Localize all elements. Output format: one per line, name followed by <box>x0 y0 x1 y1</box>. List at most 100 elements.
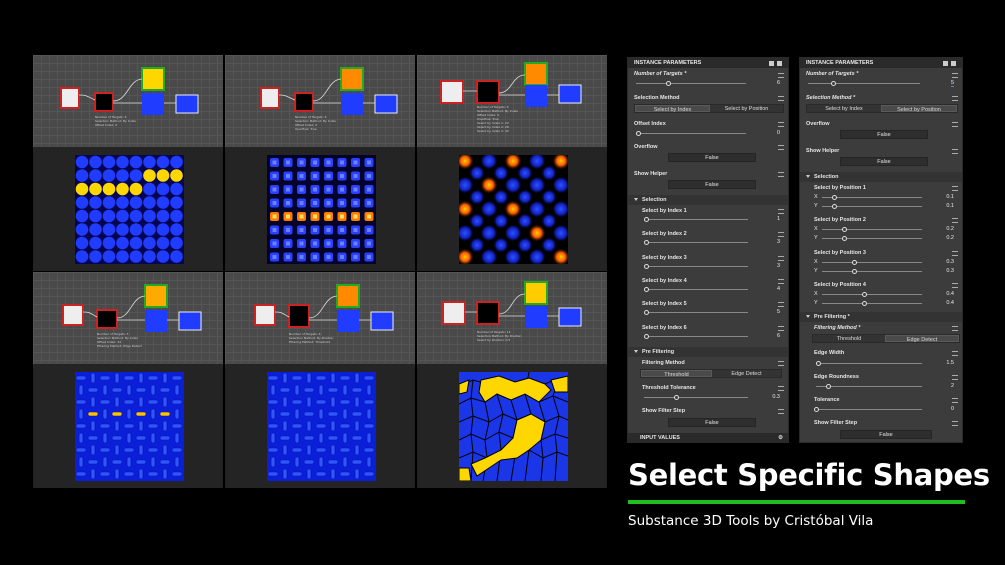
overflow-dropdown[interactable]: False <box>668 153 756 162</box>
position-y-slider[interactable] <box>822 300 922 306</box>
threshold-tolerance-slider[interactable] <box>644 395 748 400</box>
slider-knob[interactable] <box>636 131 641 136</box>
select-by-position-option[interactable]: Select by Position <box>881 105 957 113</box>
param-options-icon[interactable] <box>952 250 958 256</box>
position-y-value[interactable]: 0.1 <box>946 203 954 209</box>
position-x-slider[interactable] <box>822 259 922 265</box>
select-by-index-slider[interactable] <box>644 286 748 292</box>
slider-knob[interactable] <box>852 259 857 265</box>
show-filter-step-dropdown[interactable]: False <box>840 430 932 439</box>
param-options-icon[interactable] <box>778 145 784 150</box>
threshold-tolerance-value[interactable]: 0.3 <box>772 394 780 400</box>
edge-roundness-value[interactable]: 2 <box>951 383 954 389</box>
param-options-icon[interactable] <box>778 278 784 284</box>
menu-icon[interactable] <box>777 61 782 66</box>
offset-index-slider[interactable] <box>636 131 746 136</box>
slider-knob[interactable] <box>862 300 867 306</box>
param-options-icon[interactable] <box>952 282 958 288</box>
num-targets-slider[interactable] <box>636 81 746 86</box>
overflow-dropdown[interactable]: False <box>840 130 928 139</box>
slider-knob[interactable] <box>644 240 649 246</box>
select-by-index-option[interactable]: Select by Index <box>635 105 710 113</box>
slider-knob[interactable] <box>666 81 671 86</box>
slider-knob[interactable] <box>832 195 837 200</box>
select-by-index-slider[interactable] <box>644 263 748 269</box>
param-options-icon[interactable] <box>952 326 958 331</box>
selection-section-header[interactable]: Selection <box>800 172 962 182</box>
position-x-value[interactable]: 0.3 <box>946 259 954 265</box>
select-by-index-slider[interactable] <box>644 310 748 316</box>
param-options-icon[interactable] <box>778 255 784 261</box>
node-graph-1[interactable]: Number of Targets: 6 Selection Method: B… <box>33 55 223 147</box>
param-options-icon[interactable] <box>952 186 958 191</box>
param-options-icon[interactable] <box>778 361 784 366</box>
select-by-position-option[interactable]: Select by Position <box>710 105 783 112</box>
slider-knob[interactable] <box>814 407 819 412</box>
pre-filtering-section-header[interactable]: Pre Filtering <box>628 347 788 357</box>
select-by-index-value[interactable]: 3 <box>777 263 780 269</box>
param-options-icon[interactable] <box>952 398 958 403</box>
param-options-icon[interactable] <box>952 122 958 127</box>
position-y-slider[interactable] <box>822 204 922 209</box>
param-options-icon[interactable] <box>778 209 784 214</box>
position-x-value[interactable]: 0.1 <box>946 194 954 200</box>
tolerance-value[interactable]: 0 <box>951 406 954 412</box>
position-y-value[interactable]: 0.2 <box>946 235 954 241</box>
num-targets-slider[interactable] <box>808 81 920 86</box>
num-targets-value[interactable]: 6 <box>777 80 780 86</box>
param-options-icon[interactable] <box>778 172 784 177</box>
position-y-value[interactable]: 0.3 <box>946 268 954 274</box>
slider-knob[interactable] <box>644 217 649 222</box>
param-options-icon[interactable] <box>778 122 784 127</box>
slider-knob[interactable] <box>862 291 867 297</box>
position-y-slider[interactable] <box>822 236 922 242</box>
position-x-slider[interactable] <box>822 291 922 297</box>
param-options-icon[interactable] <box>778 96 784 101</box>
select-by-index-value[interactable]: 5 <box>777 309 780 315</box>
node-graph-4[interactable]: Number of Targets: 5 Selection Method: B… <box>33 272 223 364</box>
param-options-icon[interactable] <box>778 409 784 414</box>
position-x-slider[interactable] <box>822 195 922 200</box>
select-by-index-value[interactable]: 4 <box>777 286 780 292</box>
param-options-icon[interactable] <box>952 73 958 78</box>
preset-icon[interactable] <box>943 61 948 66</box>
slider-knob[interactable] <box>831 81 836 86</box>
select-by-index-slider[interactable] <box>644 240 748 246</box>
show-filter-step-dropdown[interactable]: False <box>668 418 756 427</box>
slider-knob[interactable] <box>644 333 649 339</box>
pre-filtering-section-header[interactable]: Pre Filtering * <box>800 312 962 322</box>
node-graph-6[interactable]: Number of Targets: 14 Selection Method: … <box>417 272 607 364</box>
select-by-index-value[interactable]: 3 <box>777 239 780 245</box>
slider-knob[interactable] <box>644 286 649 292</box>
edge-detect-option[interactable]: Edge Detect <box>712 370 781 377</box>
param-options-icon[interactable] <box>952 149 958 154</box>
selection-section-header[interactable]: Selection <box>628 195 788 205</box>
slider-knob[interactable] <box>832 204 837 209</box>
node-graph-3[interactable]: Number of Targets: 6 Selection Method: B… <box>417 55 607 147</box>
offset-index-value[interactable]: 0 <box>777 130 780 136</box>
tolerance-slider[interactable] <box>814 407 922 412</box>
select-by-index-value[interactable]: 6 <box>777 333 780 339</box>
node-graph-5[interactable]: Number of Targets: 6 Selection Method: B… <box>225 272 415 364</box>
edge-width-value[interactable]: 1.5 <box>946 360 954 366</box>
edge-width-slider[interactable] <box>816 361 922 366</box>
param-options-icon[interactable] <box>778 325 784 331</box>
select-by-index-option[interactable]: Select by Index <box>807 105 881 112</box>
param-options-icon[interactable] <box>952 96 958 101</box>
slider-knob[interactable] <box>644 263 649 269</box>
menu-icon[interactable] <box>951 61 956 66</box>
num-targets-value[interactable]: 5 <box>950 80 954 87</box>
param-options-icon[interactable] <box>952 351 958 356</box>
slider-knob[interactable] <box>842 236 847 242</box>
slider-knob[interactable] <box>816 361 821 366</box>
show-helper-dropdown[interactable]: False <box>840 157 928 166</box>
param-options-icon[interactable] <box>778 232 784 238</box>
position-y-value[interactable]: 0.4 <box>946 300 954 306</box>
param-options-icon[interactable] <box>952 421 958 426</box>
param-options-icon[interactable] <box>778 73 784 78</box>
position-x-value[interactable]: 0.4 <box>946 291 954 297</box>
node-graph-2[interactable]: Number of Targets: 6 Selection Method: B… <box>225 55 415 147</box>
param-options-icon[interactable] <box>778 302 784 308</box>
select-by-index-slider[interactable] <box>644 217 748 222</box>
slider-knob[interactable] <box>644 310 649 316</box>
